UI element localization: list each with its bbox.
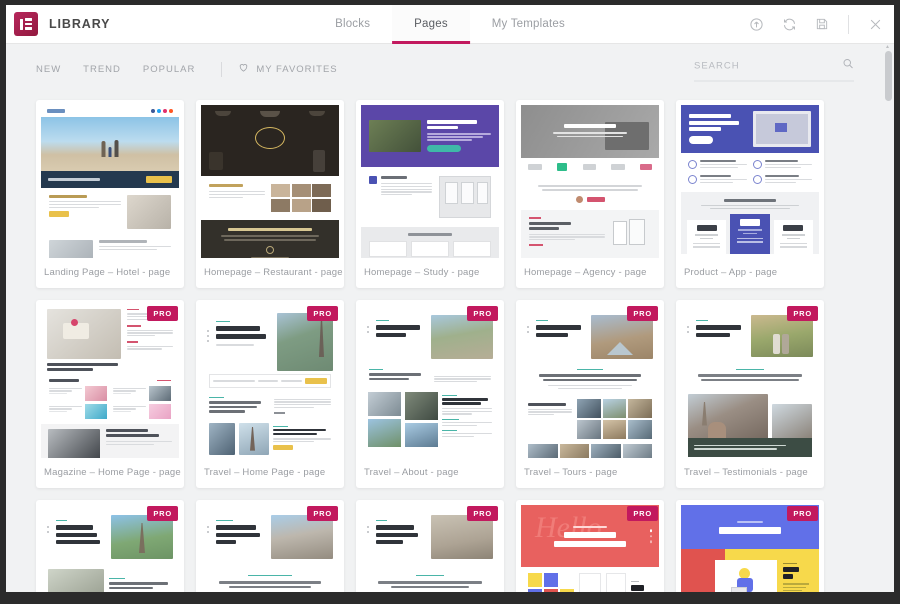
pro-badge: PRO — [147, 306, 178, 321]
template-title: Travel – Tours - page — [524, 467, 618, 478]
tab-my-templates[interactable]: My Templates — [470, 5, 587, 44]
search-input[interactable] — [694, 60, 842, 71]
pro-badge: PRO — [467, 306, 498, 321]
template-card[interactable]: PRO — [516, 300, 664, 488]
template-card[interactable]: PRO — [36, 500, 184, 592]
template-thumbnail — [521, 105, 659, 258]
pro-badge: PRO — [147, 506, 178, 521]
template-thumbnail — [521, 305, 659, 458]
template-title: Homepage – Study - page — [364, 267, 480, 278]
template-card[interactable]: PRO — [356, 500, 504, 592]
filter-popular[interactable]: POPULAR — [143, 60, 209, 79]
scrollbar-up-arrow[interactable]: ▲ — [884, 45, 891, 50]
template-grid-scroll[interactable]: Landing Page – Hotel - page Homepage – R… — [6, 94, 894, 592]
pro-badge: PRO — [467, 506, 498, 521]
template-thumbnail — [681, 305, 819, 458]
template-title: Product – App - page — [684, 267, 778, 278]
pro-badge: PRO — [627, 506, 658, 521]
template-card[interactable]: Homepage – Agency - page — [516, 100, 664, 288]
template-card[interactable]: Product – App - page — [676, 100, 824, 288]
save-icon[interactable] — [813, 15, 831, 33]
window-frame-bottom — [0, 592, 900, 604]
template-title: Magazine – Home Page - page — [44, 467, 181, 478]
heart-icon — [238, 60, 249, 78]
search-icon[interactable] — [842, 57, 854, 75]
pro-badge: PRO — [787, 306, 818, 321]
template-title: Travel – Home Page - page — [204, 467, 326, 478]
template-card[interactable]: Homepage – Study - page — [356, 100, 504, 288]
pro-badge: PRO — [787, 506, 818, 521]
template-thumbnail — [41, 105, 179, 258]
template-card[interactable]: Landing Page – Hotel - page — [36, 100, 184, 288]
window-frame-right — [894, 0, 900, 604]
template-card[interactable]: PRO — [36, 300, 184, 488]
template-card[interactable]: PRO Hello — [516, 500, 664, 592]
template-title: Homepage – Agency - page — [524, 267, 647, 278]
template-title: Travel – About - page — [364, 467, 459, 478]
filter-trend[interactable]: TREND — [83, 60, 135, 79]
filter-my-favorites[interactable]: MY FAVORITES — [238, 60, 337, 78]
modal-header: LIBRARY Blocks Pages My Templates — [6, 5, 894, 44]
template-card[interactable]: PRO — [196, 500, 344, 592]
template-card[interactable]: PRO — [196, 300, 344, 488]
template-grid: Landing Page – Hotel - page Homepage – R… — [36, 100, 864, 592]
header-divider — [848, 14, 849, 34]
template-thumbnail — [361, 305, 499, 458]
pro-badge: PRO — [307, 306, 338, 321]
sync-icon[interactable] — [780, 15, 798, 33]
template-title: Travel – Testimonials - page — [684, 467, 808, 478]
template-title: Homepage – Restaurant - page — [204, 267, 343, 278]
scrollbar-thumb[interactable] — [884, 51, 892, 101]
template-title: Landing Page – Hotel - page — [44, 267, 171, 278]
upload-icon[interactable] — [747, 15, 765, 33]
pro-badge: PRO — [307, 506, 338, 521]
filter-new[interactable]: NEW — [36, 60, 75, 79]
tab-blocks[interactable]: Blocks — [313, 5, 392, 44]
library-modal: LIBRARY Blocks Pages My Templates NEW TR… — [6, 5, 894, 592]
template-thumbnail — [361, 105, 499, 258]
filter-group: NEW TREND POPULAR MY FAVORITES — [36, 60, 338, 79]
template-card[interactable]: PRO — [356, 300, 504, 488]
brand: LIBRARY — [6, 12, 110, 36]
close-icon[interactable] — [866, 15, 884, 33]
template-thumbnail — [201, 305, 339, 458]
template-card[interactable]: PRO — [676, 300, 824, 488]
tab-bar: Blocks Pages My Templates — [313, 5, 587, 44]
page-title: LIBRARY — [49, 17, 111, 31]
elementor-logo-icon — [14, 12, 38, 36]
template-thumbnail — [681, 105, 819, 258]
app-root: LIBRARY Blocks Pages My Templates NEW TR… — [0, 0, 900, 604]
my-favorites-label: MY FAVORITES — [256, 63, 338, 75]
template-thumbnail — [41, 305, 179, 458]
header-actions — [747, 14, 884, 34]
filter-bar: NEW TREND POPULAR MY FAVORITES — [6, 44, 894, 94]
template-card[interactable]: Homepage – Restaurant - page — [196, 100, 344, 288]
template-thumbnail — [201, 105, 339, 258]
template-card[interactable]: PRO — [676, 500, 824, 592]
search-box — [694, 57, 854, 82]
scrollbar-track[interactable]: ▲ — [883, 45, 892, 592]
filter-divider — [221, 61, 223, 77]
tab-pages[interactable]: Pages — [392, 5, 470, 44]
pro-badge: PRO — [627, 306, 658, 321]
